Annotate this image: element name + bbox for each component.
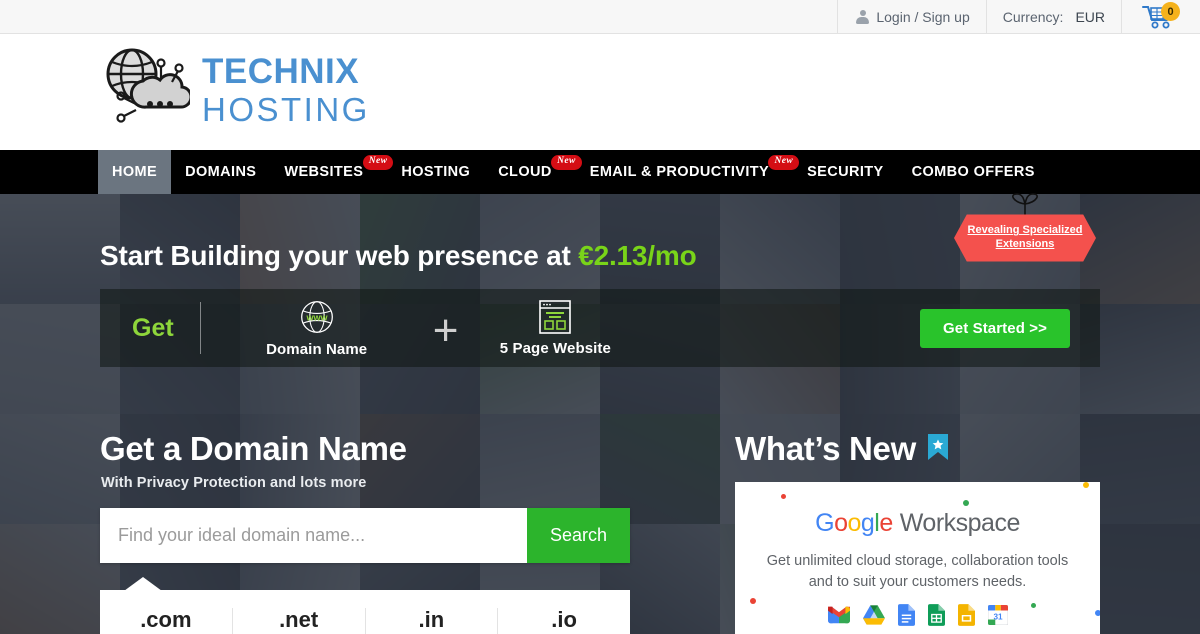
nav-item-security[interactable]: SECURITY [793, 150, 898, 194]
tld-tab[interactable]: .com [100, 607, 232, 634]
nav-item-label: COMBO OFFERS [911, 164, 1035, 180]
tld-tab[interactable]: .net [231, 607, 365, 634]
nav-item-websites[interactable]: WEBSITES New [270, 150, 394, 194]
whats-new-title: What’s New [735, 430, 916, 467]
gmail-icon[interactable] [827, 606, 850, 624]
google-apps-icon-row: 31 [735, 604, 1100, 626]
promo-domain-item: www Domain Name [247, 299, 387, 358]
confetti-dot [963, 500, 969, 506]
promo-balloon-badge[interactable]: Revealing Specialized Extensions [954, 193, 1096, 266]
logo-line-2: HOSTING [202, 90, 370, 128]
google-workspace-description: Get unlimited cloud storage, collaborati… [766, 553, 1069, 591]
cart-count-badge: 0 [1161, 2, 1180, 21]
nav-item-domains[interactable]: DOMAINS [171, 150, 270, 194]
svg-text:www: www [305, 312, 328, 322]
nav-item-home[interactable]: HOME [98, 150, 172, 194]
logo-band: TECHNIX HOSTING [0, 34, 1200, 150]
promo-get-label: Get [132, 313, 174, 342]
confetti-dot [1031, 603, 1036, 608]
www-globe-icon: www [247, 299, 387, 335]
currency-selector[interactable]: Currency: EUR [985, 0, 1121, 34]
top-utility-bar: Login / Sign up Currency: EUR 0 [0, 0, 1200, 34]
workspace-wordmark: Workspace [899, 509, 1021, 537]
sheets-icon[interactable] [927, 604, 945, 626]
calendar-icon[interactable]: 31 [987, 605, 1008, 626]
get-started-button[interactable]: Get Started >> [920, 309, 1070, 348]
logo-line-1: TECHNIX [202, 51, 360, 91]
nav-item-hosting[interactable]: HOSTING [387, 150, 484, 194]
cart-button[interactable]: 0 [1121, 0, 1200, 34]
confetti-dot [781, 494, 786, 499]
domain-search-button[interactable]: Search [527, 508, 630, 563]
globe-cloud-logo-icon [98, 46, 193, 133]
login-signup-label: Login / Sign up [876, 9, 970, 25]
tld-tab[interactable]: .in [364, 607, 498, 634]
currency-value: EUR [1075, 9, 1105, 25]
user-icon [856, 10, 870, 24]
website-page-icon [480, 299, 630, 334]
nav-item-label: SECURITY [807, 164, 884, 180]
domain-search-bar: Search [100, 508, 630, 563]
hero-headline-prefix: Start Building your web presence at [100, 240, 579, 271]
balloon-line-2: Extensions [995, 238, 1055, 250]
hero-price: €2.13/mo [578, 240, 697, 271]
hero-headline: Start Building your web presence at €2.1… [100, 240, 697, 272]
domain-section-title: Get a Domain Name [100, 430, 407, 467]
promo-divider [199, 302, 201, 354]
login-signup-link[interactable]: Login / Sign up [837, 0, 985, 34]
whats-new-title-row: What’s New [735, 430, 948, 468]
svg-text:31: 31 [993, 613, 1003, 622]
promo-website-item: 5 Page Website [480, 299, 630, 357]
domain-search-input[interactable] [100, 508, 527, 563]
nav-item-cloud[interactable]: CLOUD New [484, 150, 582, 194]
nav-item-combo-offers[interactable]: COMBO OFFERS [898, 150, 1049, 194]
nav-item-label: DOMAINS [185, 164, 257, 180]
ribbon-star-icon [927, 430, 948, 468]
nav-item-label: HOME [112, 164, 158, 180]
google-wordmark: Google [815, 509, 893, 537]
nav-item-label: CLOUD [498, 164, 552, 180]
page-root: Login / Sign up Currency: EUR 0 TECHNIX … [0, 0, 1200, 634]
confetti-dot [1083, 482, 1089, 488]
balloon-label: Revealing Specialized Extensions [954, 210, 1096, 266]
nav-item-email-productivity[interactable]: EMAIL & PRODUCTIVITY New [576, 150, 800, 194]
tld-tab[interactable]: .io [497, 607, 630, 634]
cart-icon: 0 [1142, 2, 1180, 30]
promo-domain-label: Domain Name [266, 340, 368, 358]
google-workspace-card[interactable]: Google Workspace Get unlimited cloud stor… [735, 482, 1100, 634]
confetti-dot [750, 598, 756, 604]
balloon-line-1: Revealing Specialized [967, 224, 1083, 237]
nav-item-label: EMAIL & PRODUCTIVITY [589, 164, 770, 180]
tld-panel-pointer [124, 577, 162, 591]
currency-label: Currency: [1002, 9, 1064, 25]
promo-plus-sign: + [432, 306, 459, 355]
domain-section-subtitle: With Privacy Protection and lots more [101, 475, 367, 491]
nav-item-label: WEBSITES [284, 164, 364, 180]
promo-website-label: 5 Page Website [499, 339, 611, 357]
docs-icon[interactable] [897, 604, 915, 626]
drive-icon[interactable] [862, 605, 885, 625]
slides-icon[interactable] [957, 604, 975, 626]
nav-item-label: HOSTING [401, 164, 471, 180]
confetti-dot [1095, 610, 1100, 616]
tld-tabs-panel: .com .net .in .io [100, 590, 630, 634]
site-logo[interactable]: TECHNIX HOSTING [98, 46, 370, 133]
logo-wordmark: TECHNIX HOSTING [202, 54, 370, 126]
main-navigation: HOME DOMAINS WEBSITES New HOSTING CLOUD New EMA… [0, 150, 1200, 194]
google-workspace-logo: Google Workspace [735, 509, 1100, 538]
